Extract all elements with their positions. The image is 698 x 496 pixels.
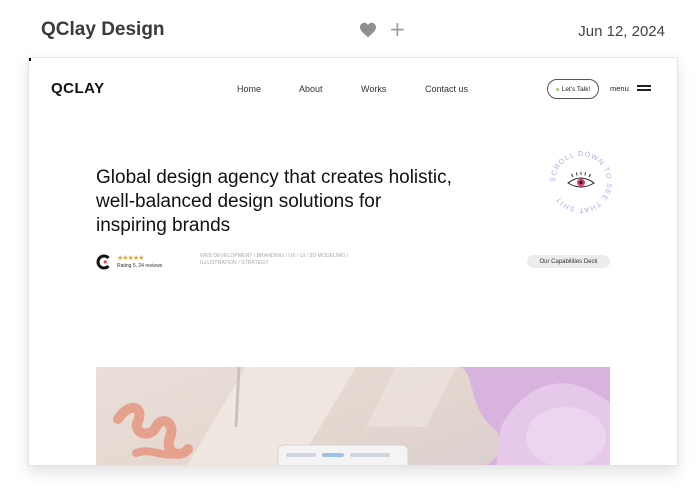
- heart-icon[interactable]: [359, 22, 377, 38]
- status-dot-icon: [555, 87, 559, 91]
- card-header: QClay Design + Jun 12, 2024: [0, 0, 698, 58]
- nav-contact-us[interactable]: Contact us: [425, 84, 468, 94]
- nav-home[interactable]: Home: [237, 84, 261, 94]
- hero-image: [96, 367, 610, 465]
- nav-about[interactable]: About: [299, 84, 323, 94]
- eye-icon: [567, 171, 595, 188]
- card-title[interactable]: QClay Design: [41, 19, 165, 41]
- hero-title: Global design agency that creates holist…: [96, 167, 452, 236]
- menu-label[interactable]: menu: [610, 84, 629, 93]
- nav-works[interactable]: Works: [361, 84, 386, 94]
- site-logo[interactable]: QCLAY: [51, 80, 105, 97]
- lets-talk-label: Let's Talk!: [561, 85, 591, 93]
- hamburger-menu-icon[interactable]: [637, 85, 651, 91]
- rating-stars: ★★★★★: [117, 254, 144, 262]
- website-preview[interactable]: QCLAY Home About Works Contact us Let's …: [28, 57, 678, 466]
- rating-text: Rating 5, 24 reviews: [117, 263, 163, 269]
- corner-mark: [29, 58, 31, 61]
- lets-talk-button[interactable]: Let's Talk!: [547, 79, 599, 99]
- plus-icon[interactable]: +: [389, 19, 406, 39]
- card-date: Jun 12, 2024: [578, 23, 665, 40]
- hero-scene-illustration: [113, 367, 610, 465]
- scroll-down-badge[interactable]: SCROLL DOWN TO SEE THAT SHIT: [546, 147, 616, 217]
- clutch-logo-icon: [96, 254, 110, 270]
- services-list: WEB DEVELOPMENT / BRANDING / UX / UI / 3…: [200, 253, 349, 266]
- capabilities-deck-button[interactable]: Our Capabilities Deck: [527, 255, 610, 268]
